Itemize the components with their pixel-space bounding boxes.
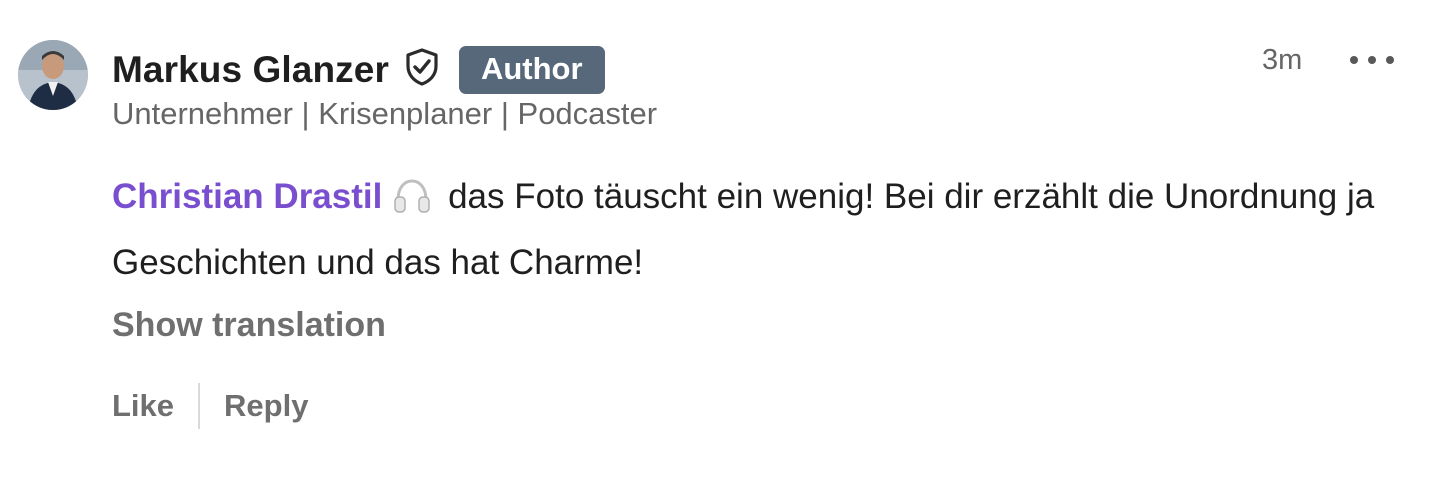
author-headline: Unternehmer | Krisenplaner | Podcaster [112, 96, 658, 131]
reply-button[interactable]: Reply [224, 388, 308, 424]
mention-link[interactable]: Christian Drastil [112, 177, 382, 216]
more-options-button[interactable] [1350, 48, 1394, 72]
show-translation-link[interactable]: Show translation [112, 306, 386, 345]
shield-check-icon [405, 48, 439, 86]
comment-body: Christian Drastil das Foto täuscht ein w… [112, 168, 1402, 292]
headphones-icon [392, 176, 432, 234]
author-name[interactable]: Markus Glanzer [112, 49, 389, 91]
action-divider [198, 383, 201, 429]
like-button[interactable]: Like [112, 388, 174, 424]
ellipsis-icon [1350, 56, 1358, 64]
author-badge: Author [458, 46, 605, 94]
comment-card: Markus Glanzer Author Unternehmer | Kris… [0, 0, 1440, 477]
comment-header: Markus Glanzer Author [112, 42, 605, 98]
comment-timestamp: 3m [1262, 44, 1303, 76]
avatar[interactable] [18, 40, 88, 110]
comment-actions: Like Reply [112, 382, 308, 430]
